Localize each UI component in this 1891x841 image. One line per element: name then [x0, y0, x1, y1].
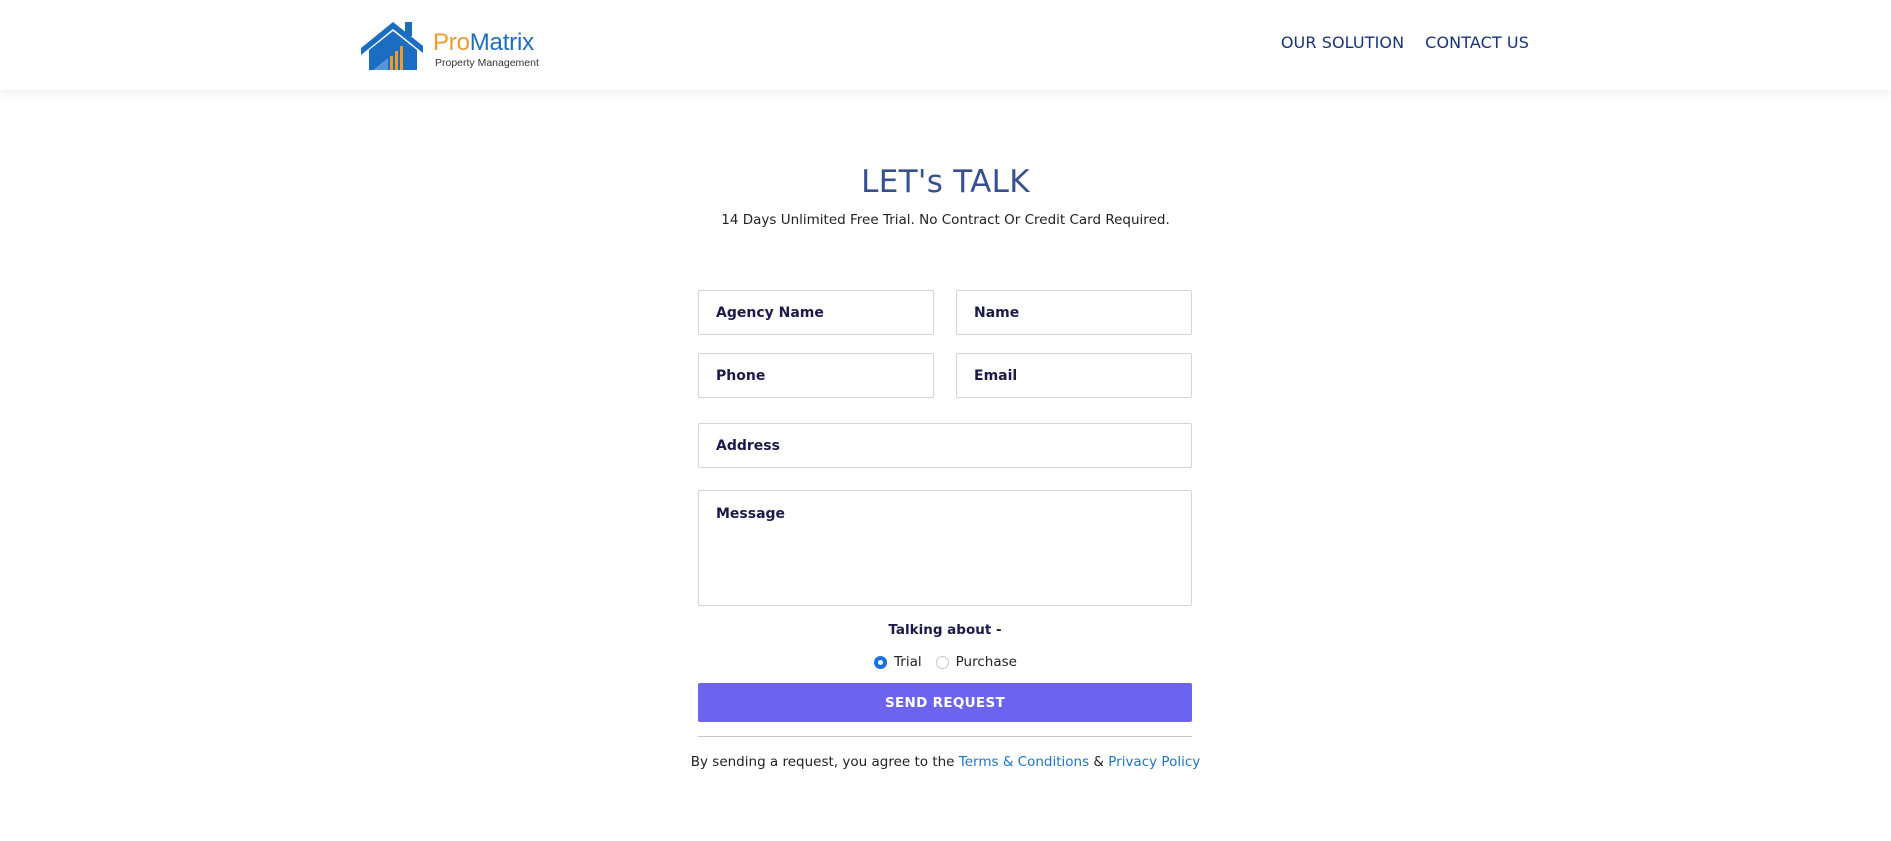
radio-purchase-button[interactable]: [935, 655, 949, 669]
radio-option-trial[interactable]: Trial: [874, 654, 922, 670]
privacy-policy-link[interactable]: Privacy Policy: [1108, 754, 1200, 770]
agreement-conjunction: &: [1093, 754, 1104, 770]
promatrix-logo[interactable]: ProMatrix Property Management: [361, 20, 541, 70]
nav-our-solution[interactable]: OUR SOLUTION: [1281, 33, 1404, 52]
talking-about-radio-group: Trial Purchase: [0, 654, 1891, 670]
logo-brand-matrix: Matrix: [469, 29, 534, 56]
radio-trial-button[interactable]: [874, 655, 888, 669]
form-divider: [698, 736, 1192, 737]
agreement-prefix: By sending a request, you agree to the: [690, 754, 955, 770]
agreement-text: By sending a request, you agree to the T…: [0, 754, 1891, 770]
radio-trial-label: Trial: [894, 654, 922, 670]
nav-contact-us[interactable]: CONTACT US: [1425, 33, 1529, 52]
name-input[interactable]: [956, 290, 1192, 335]
agency-name-input[interactable]: [698, 290, 934, 335]
page-subtitle: 14 Days Unlimited Free Trial. No Contrac…: [721, 212, 1170, 228]
radio-option-purchase[interactable]: Purchase: [935, 654, 1017, 670]
logo-tagline: Property Management: [435, 57, 539, 69]
radio-purchase-label: Purchase: [955, 654, 1017, 670]
address-input[interactable]: [698, 423, 1192, 468]
house-logo-icon: [361, 22, 423, 70]
send-request-button[interactable]: SEND REQUEST: [698, 683, 1192, 722]
main-nav: OUR SOLUTION CONTACT US: [1281, 33, 1529, 52]
site-header: ProMatrix Property Management OUR SOLUTI…: [0, 0, 1891, 90]
message-textarea[interactable]: [698, 490, 1192, 606]
logo-brand-pro: Pro: [433, 29, 470, 56]
phone-input[interactable]: [698, 353, 934, 398]
page-title: LET's TALK: [861, 164, 1030, 200]
logo-wordmark: ProMatrix: [433, 30, 534, 56]
talking-about-label: Talking about -: [888, 622, 1002, 638]
email-input[interactable]: [956, 353, 1192, 398]
terms-conditions-link[interactable]: Terms & Conditions: [959, 754, 1089, 770]
